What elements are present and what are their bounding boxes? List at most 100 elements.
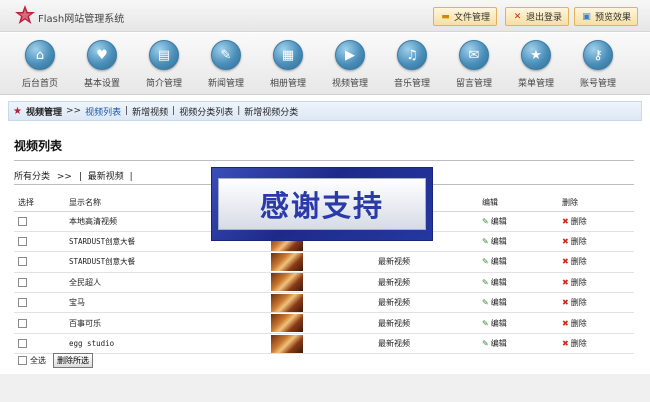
delete-link[interactable]: ✖ 删除 <box>562 236 587 247</box>
bulk-actions: 全选 删除所选 <box>18 353 93 368</box>
key-icon: ⚷ <box>583 40 613 70</box>
nav-label: 基本设置 <box>83 79 120 89</box>
nav-label: 菜单管理 <box>517 79 554 89</box>
select-all-checkbox[interactable] <box>18 356 27 365</box>
nav-label: 账号管理 <box>579 79 616 89</box>
logo-star-icon <box>15 5 35 24</box>
nav-item-intro[interactable]: ▤ 简介管理 <box>138 38 190 92</box>
nav-item-account[interactable]: ⚷ 账号管理 <box>572 38 624 92</box>
delete-icon: ✖ <box>562 339 569 349</box>
delete-selected-button[interactable]: 删除所选 <box>53 353 93 368</box>
breadcrumb-section: 视频管理 <box>25 107 62 118</box>
nav-item-news[interactable]: ✎ 新闻管理 <box>200 38 252 92</box>
edit-link[interactable]: ✎ 编辑 <box>482 216 507 227</box>
preview-icon: ▣ <box>582 11 591 22</box>
thanks-banner: 感谢支持 <box>211 167 433 241</box>
nav-item-menu[interactable]: ★ 菜单管理 <box>510 38 562 92</box>
edit-label: 编辑 <box>490 237 507 247</box>
content-panel: 视频列表 所有分类 >> | 最新视频 | 选择 显示名称 编辑 删除 本地高清… <box>8 124 642 374</box>
edit-label: 编辑 <box>490 318 507 328</box>
breadcrumb: ★ 视频管理 >> 视频列表 | 新增视频 | 视频分类列表 | 新增视频分类 <box>8 101 642 121</box>
column-header-select: 选择 <box>14 194 69 212</box>
delete-link[interactable]: ✖ 删除 <box>562 256 587 267</box>
pencil-icon: ✎ <box>482 298 489 308</box>
row-checkbox[interactable] <box>18 339 27 349</box>
nav-item-music[interactable]: ♫ 音乐管理 <box>386 38 438 92</box>
main-nav: ⌂ 后台首页 ♥ 基本设置 ▤ 简介管理 ✎ 新闻管理 ▦ 相册管理 ▶ 视频管… <box>0 33 650 95</box>
row-checkbox[interactable] <box>18 318 27 328</box>
edit-label: 编辑 <box>490 339 507 349</box>
video-thumbnail <box>271 293 303 312</box>
video-name: STARDUST创意大餐 <box>69 251 271 273</box>
filter-all-link[interactable]: 所有分类 <box>14 172 50 182</box>
delete-link[interactable]: ✖ 删除 <box>562 277 587 288</box>
divider: | <box>129 172 133 182</box>
filter-separator: >> <box>56 172 72 182</box>
edit-link[interactable]: ✎ 编辑 <box>482 277 507 288</box>
breadcrumb-link-add-category[interactable]: 新增视频分类 <box>244 105 298 118</box>
logout-button[interactable]: ✕ 退出登录 <box>505 7 570 26</box>
video-thumbnail <box>271 334 303 353</box>
filter-current-link[interactable]: 最新视频 <box>88 172 124 182</box>
breadcrumb-link-add-video[interactable]: 新增视频 <box>132 105 168 118</box>
video-name: 宝马 <box>69 292 271 314</box>
nav-item-video[interactable]: ▶ 视频管理 <box>324 38 376 92</box>
row-checkbox[interactable] <box>18 237 27 247</box>
delete-link[interactable]: ✖ 删除 <box>562 216 587 227</box>
pencil-icon: ✎ <box>482 318 489 328</box>
row-checkbox[interactable] <box>18 216 27 226</box>
star-icon: ★ <box>521 40 551 70</box>
row-checkbox[interactable] <box>18 298 27 308</box>
divider: | <box>237 106 241 116</box>
nav-label: 相册管理 <box>269 79 306 89</box>
document-icon: ▤ <box>149 40 179 70</box>
breadcrumb-link-category-list[interactable]: 视频分类列表 <box>179 105 233 118</box>
edit-link[interactable]: ✎ 编辑 <box>482 338 507 349</box>
delete-label: 删除 <box>570 237 587 247</box>
page-title: 视频列表 <box>14 139 63 153</box>
logout-label: 退出登录 <box>526 13 563 23</box>
pencil-icon: ✎ <box>482 237 489 247</box>
pencil-icon: ✎ <box>482 257 489 267</box>
video-thumbnail <box>271 314 303 333</box>
edit-link[interactable]: ✎ 编辑 <box>482 256 507 267</box>
video-name: 百事可乐 <box>69 312 271 334</box>
delete-link[interactable]: ✖ 删除 <box>562 338 587 349</box>
delete-link[interactable]: ✖ 删除 <box>562 297 587 308</box>
home-icon: ⌂ <box>25 40 55 70</box>
video-icon: ▶ <box>335 40 365 70</box>
edit-label: 编辑 <box>490 277 507 287</box>
delete-label: 删除 <box>570 277 587 287</box>
breadcrumb-link-video-list[interactable]: 视频列表 <box>85 105 121 118</box>
row-checkbox[interactable] <box>18 257 27 267</box>
banner-text: 感谢支持 <box>218 178 426 230</box>
row-checkbox[interactable] <box>18 277 27 287</box>
nav-item-basic-settings[interactable]: ♥ 基本设置 <box>76 38 128 92</box>
nav-label: 新闻管理 <box>207 79 244 89</box>
nav-item-home[interactable]: ⌂ 后台首页 <box>14 38 66 92</box>
file-manage-button[interactable]: ▬ 文件管理 <box>433 7 498 26</box>
video-category: 最新视频 <box>378 292 482 314</box>
nav-item-album[interactable]: ▦ 相册管理 <box>262 38 314 92</box>
delete-icon: ✖ <box>562 257 569 267</box>
edit-link[interactable]: ✎ 编辑 <box>482 318 507 329</box>
preview-button[interactable]: ▣ 预览效果 <box>574 7 639 26</box>
edit-link[interactable]: ✎ 编辑 <box>482 297 507 308</box>
table-row: 宝马 最新视频 ✎ 编辑 ✖ 删除 <box>14 292 634 314</box>
edit-label: 编辑 <box>490 257 507 267</box>
nav-label: 留言管理 <box>455 79 492 89</box>
edit-label: 编辑 <box>490 216 507 226</box>
column-header-edit: 编辑 <box>482 194 562 212</box>
video-category: 最新视频 <box>378 312 482 334</box>
nav-item-guestbook[interactable]: ✉ 留言管理 <box>448 38 500 92</box>
delete-link[interactable]: ✖ 删除 <box>562 318 587 329</box>
mail-icon: ✉ <box>459 40 489 70</box>
nav-label: 简介管理 <box>145 79 182 89</box>
edit-link[interactable]: ✎ 编辑 <box>482 236 507 247</box>
preview-label: 预览效果 <box>595 13 632 23</box>
table-row: 百事可乐 最新视频 ✎ 编辑 ✖ 删除 <box>14 312 634 334</box>
table-row: egg studio 最新视频 ✎ 编辑 ✖ 删除 <box>14 333 634 355</box>
divider: | <box>125 106 129 116</box>
pencil-icon: ✎ <box>482 277 489 287</box>
video-category: 最新视频 <box>378 333 482 355</box>
